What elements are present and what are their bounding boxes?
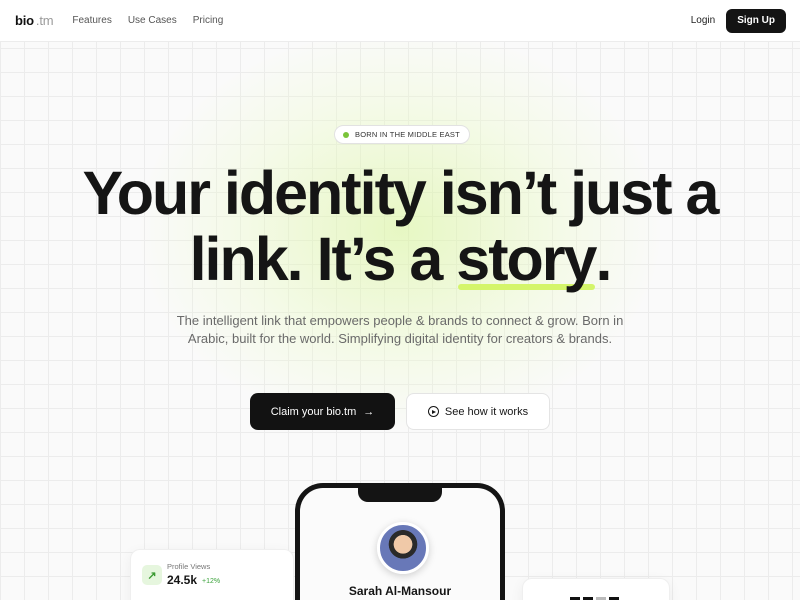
- headline-line-2-end: .: [595, 225, 612, 293]
- top-nav: bio .tm Features Use Cases Pricing Login…: [0, 0, 800, 42]
- login-link[interactable]: Login: [691, 15, 715, 26]
- stat-delta: +12%: [202, 578, 221, 585]
- claim-button-label: Claim your bio.tm: [270, 405, 357, 418]
- see-how-button-label: See how it works: [444, 405, 529, 418]
- stat-label: Profile Views: [167, 562, 211, 571]
- nav-link-pricing[interactable]: Pricing: [193, 15, 224, 26]
- phone-notch: [358, 487, 442, 502]
- see-how-button[interactable]: See how it works: [406, 393, 550, 430]
- profile-name: Sarah Al-Mansour: [348, 584, 452, 598]
- arrow-right-icon: →: [363, 405, 375, 418]
- nav-links: Features Use Cases Pricing: [72, 15, 223, 26]
- claim-button[interactable]: Claim your bio.tm →: [250, 393, 395, 430]
- status-dot-icon: [343, 131, 349, 138]
- trending-up-icon: ↗: [142, 565, 162, 585]
- cta-row: Claim your bio.tm → See how it works: [0, 393, 800, 430]
- origin-badge: BORN IN THE MIDDLE EAST: [334, 125, 470, 144]
- signup-button[interactable]: Sign Up: [726, 8, 786, 33]
- play-icon: [427, 406, 439, 417]
- headline-line-2-start: link. It’s a: [189, 225, 457, 293]
- hero-subtext: The intelligent link that empowers peopl…: [176, 313, 624, 346]
- stat-card: ↗ Profile Views 24.5k +12%: [130, 549, 294, 600]
- nav-actions: Login Sign Up: [691, 8, 786, 33]
- hero-headline: Your identity isn’t just a link. It’s a …: [0, 160, 800, 292]
- qr-card: [522, 578, 670, 600]
- logo[interactable]: bio .tm: [15, 13, 54, 28]
- stat-value: 24.5k: [167, 573, 198, 587]
- nav-link-features[interactable]: Features: [72, 15, 111, 26]
- avatar: [377, 522, 429, 574]
- headline-highlight-wrap: story: [456, 225, 597, 293]
- logo-text: bio: [15, 13, 34, 28]
- phone-mockup: Sarah Al-Mansour: [295, 483, 505, 600]
- nav-link-use-cases[interactable]: Use Cases: [128, 15, 177, 26]
- headline-line-1: Your identity isn’t just a: [82, 159, 720, 227]
- badge-text: BORN IN THE MIDDLE EAST: [355, 130, 460, 139]
- logo-tld: .tm: [35, 13, 54, 28]
- headline-highlight: story: [456, 225, 597, 293]
- headline-line-2: link. It’s a story.: [0, 226, 800, 292]
